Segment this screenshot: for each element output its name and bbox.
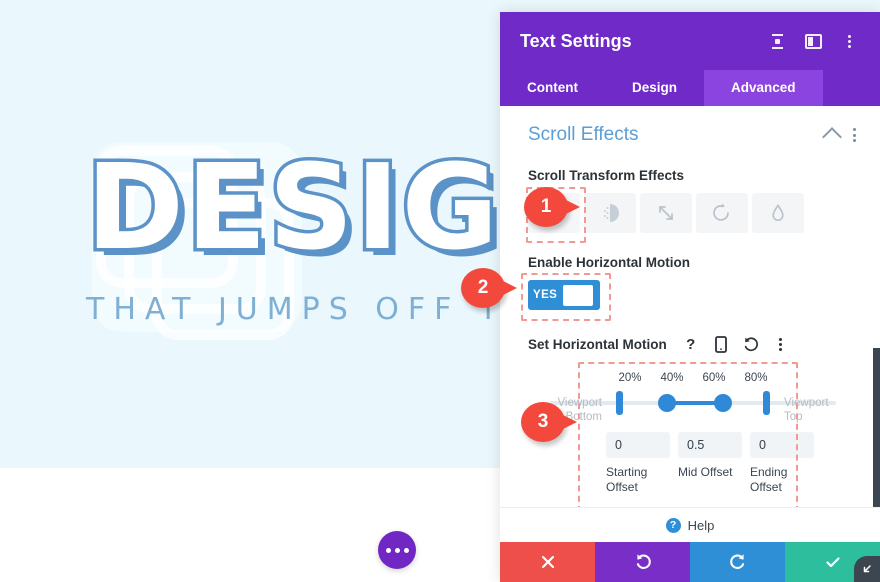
mid-offset-input[interactable] xyxy=(678,432,742,458)
section-title: Scroll Effects xyxy=(528,124,639,145)
callout-pin-3: 3 xyxy=(521,402,579,442)
undo-icon xyxy=(636,554,651,569)
callout-number: 3 xyxy=(537,411,549,432)
kebab-menu-icon[interactable] xyxy=(838,30,860,52)
panel-header: Text Settings xyxy=(500,12,880,70)
help-icon: ? xyxy=(665,517,681,533)
offset-inputs: Starting Offset Mid Offset Ending Offset xyxy=(606,432,858,495)
starting-offset-input[interactable] xyxy=(606,432,670,458)
ellipsis-icon xyxy=(403,547,409,553)
rotate-icon xyxy=(713,203,729,221)
tick-label: 20% xyxy=(618,372,642,384)
tab-content[interactable]: Content xyxy=(500,70,605,106)
starting-offset-caption: Starting Offset xyxy=(606,465,648,494)
tab-advanced[interactable]: Advanced xyxy=(704,70,823,106)
tick-label: 80% xyxy=(744,372,768,384)
enable-motion-toggle[interactable]: YES xyxy=(528,280,600,310)
callout-pin-1: 1 xyxy=(524,187,582,227)
redo-button[interactable] xyxy=(690,542,785,582)
mobile-device-icon[interactable] xyxy=(711,334,731,354)
effect-blur[interactable] xyxy=(752,193,804,233)
effect-scale[interactable] xyxy=(640,193,692,233)
panel-title: Text Settings xyxy=(520,30,632,51)
slider-handle-mid-high[interactable] xyxy=(713,394,732,412)
help-label: Help xyxy=(687,517,715,533)
ending-offset-group: Ending Offset xyxy=(750,432,814,495)
slider-handle-mid-low[interactable] xyxy=(658,394,677,412)
help-row[interactable]: ? Help xyxy=(500,507,880,542)
ellipsis-icon xyxy=(385,547,391,553)
chevron-up-icon[interactable] xyxy=(822,127,842,147)
panel-body: Scroll Effects Scroll Transform Effects xyxy=(500,106,880,542)
close-icon xyxy=(541,555,554,569)
callout-pin-2: 2 xyxy=(461,268,519,308)
slider-handle-start[interactable] xyxy=(616,391,624,415)
checkmark-icon xyxy=(825,557,840,568)
transform-effects-label: Scroll Transform Effects xyxy=(528,168,685,183)
toggle-value: YES xyxy=(533,289,558,301)
text-settings-panel: Text Settings Content Design Advanced Sc… xyxy=(500,12,880,582)
reset-icon[interactable] xyxy=(741,334,761,354)
ending-offset-caption: Ending Offset xyxy=(750,465,788,494)
page-settings-fab[interactable] xyxy=(378,531,416,569)
resize-arrow-icon xyxy=(863,565,871,573)
panel-tabs: Content Design Advanced xyxy=(500,70,880,106)
scroll-effects-header: Scroll Effects xyxy=(528,124,858,147)
callout-number: 2 xyxy=(477,277,489,298)
panel-footer xyxy=(500,542,880,582)
effect-rotate[interactable] xyxy=(696,193,748,233)
enable-motion-toggle-wrap: YES xyxy=(521,273,611,321)
tab-design[interactable]: Design xyxy=(605,70,704,106)
diagonal-arrow-icon xyxy=(659,206,673,220)
cancel-button[interactable] xyxy=(500,542,595,582)
ellipsis-icon xyxy=(394,547,400,553)
viewport-top-label: Viewport Top xyxy=(784,397,829,423)
motion-slider: 20% 40% 60% 80% Viewport Bottom Viewport xyxy=(550,372,836,423)
focus-frame-icon[interactable] xyxy=(766,30,788,52)
mid-offset-caption: Mid Offset xyxy=(678,465,733,479)
redo-icon xyxy=(729,554,744,569)
slider-tick-labels: 20% 40% 60% 80% xyxy=(606,372,780,384)
layout-panel-icon[interactable] xyxy=(802,30,824,52)
enable-motion-label: Enable Horizontal Motion xyxy=(528,255,690,270)
tick-label: 40% xyxy=(660,372,684,384)
panel-resize-grip[interactable] xyxy=(854,556,880,582)
mid-offset-group: Mid Offset xyxy=(678,432,742,495)
kebab-menu-icon[interactable] xyxy=(771,334,791,354)
toggle-knob xyxy=(563,284,594,306)
slider-track-wrap: Viewport Bottom Viewport Top xyxy=(550,390,836,423)
effect-fade[interactable] xyxy=(584,193,636,233)
droplet-icon xyxy=(772,204,784,221)
help-icon[interactable]: ? xyxy=(681,334,701,354)
kebab-menu-icon[interactable] xyxy=(853,128,856,142)
ending-offset-input[interactable] xyxy=(750,432,814,458)
tick-label: 60% xyxy=(702,372,726,384)
set-motion-header: Set Horizontal Motion ? xyxy=(528,334,858,354)
fade-gradient-icon xyxy=(604,204,619,222)
set-motion-label: Set Horizontal Motion xyxy=(528,336,667,352)
starting-offset-group: Starting Offset xyxy=(606,432,670,495)
callout-number: 1 xyxy=(540,196,552,217)
panel-scroll-area: Scroll Effects Scroll Transform Effects xyxy=(500,106,880,542)
undo-button[interactable] xyxy=(595,542,690,582)
slider-handle-end[interactable] xyxy=(762,391,770,415)
